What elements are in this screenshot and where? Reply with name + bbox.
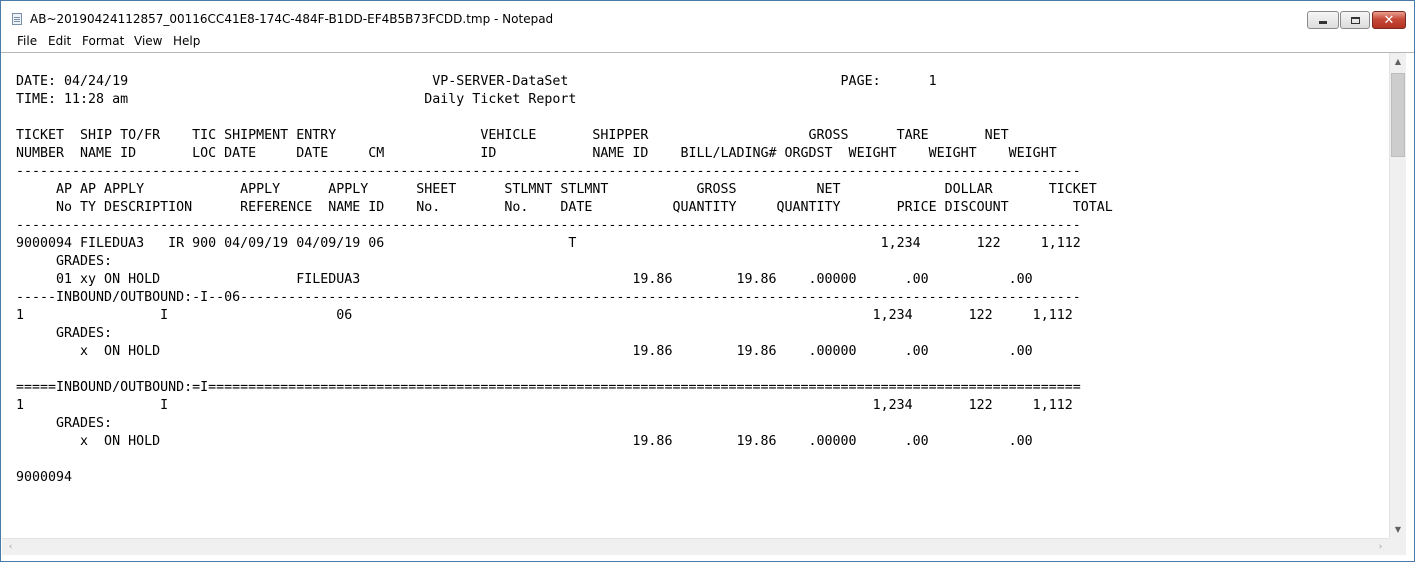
close-icon: ✕ [1383,12,1395,28]
arrow-left-icon[interactable]: ‹ [2,539,19,555]
text-editor-area[interactable]: DATE: 04/24/19 VP-SERVER-DataSet PAGE: 1… [2,53,1389,538]
title-bar[interactable]: AB~20190424112857_00116CC41E8-174C-484F-… [1,1,1414,31]
vertical-scroll-thumb[interactable] [1391,73,1405,157]
maximize-icon [1350,16,1360,24]
document-text[interactable]: DATE: 04/24/19 VP-SERVER-DataSet PAGE: 1… [16,73,1113,487]
close-button[interactable]: ✕ [1372,11,1406,29]
vertical-scrollbar[interactable]: ▲ ▼ [1389,53,1406,538]
menu-format[interactable]: Format [82,34,124,48]
menu-bar: File Edit Format View Help [1,32,1414,53]
arrow-up-icon[interactable]: ▲ [1390,53,1406,70]
menu-view[interactable]: View [134,34,162,48]
menu-help[interactable]: Help [173,34,200,48]
horizontal-scrollbar[interactable]: ‹ › [2,538,1389,555]
notepad-icon[interactable] [12,13,22,25]
menu-file[interactable]: File [17,34,37,48]
size-grip [1389,538,1406,555]
window-title: AB~20190424112857_00116CC41E8-174C-484F-… [30,12,554,26]
menu-edit[interactable]: Edit [48,34,71,48]
arrow-right-icon[interactable]: › [1372,539,1389,555]
minimize-button[interactable] [1307,11,1339,29]
notepad-window: AB~20190424112857_00116CC41E8-174C-484F-… [0,0,1415,562]
maximize-button[interactable] [1340,11,1370,29]
minimize-icon [1319,21,1327,24]
arrow-down-icon[interactable]: ▼ [1390,521,1406,538]
